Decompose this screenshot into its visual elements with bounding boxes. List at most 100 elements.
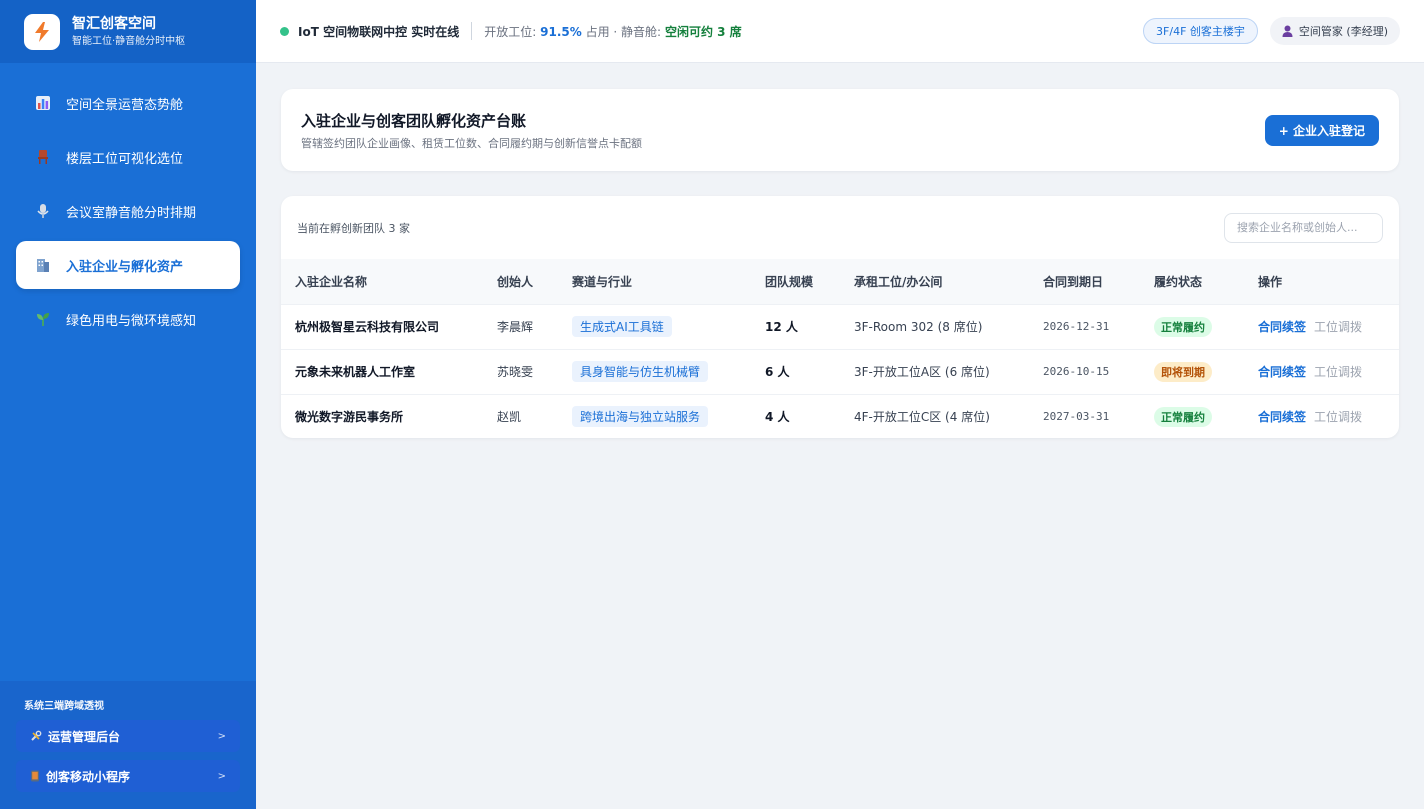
stat-prefix: 开放工位: — [484, 24, 537, 39]
reassign-seat-link[interactable]: 工位调拨 — [1314, 365, 1362, 379]
building-selector[interactable]: 3F/4F 创客主楼宇 — [1143, 18, 1258, 44]
tenant-table-card: 当前在孵创新团队 3 家 入驻企业名称 创始人 赛道与行业 团队规模 承租工位/… — [281, 196, 1399, 438]
sidebar-item-overview[interactable]: 空间全景运营态势舱 — [16, 79, 240, 127]
tenant-table: 入驻企业名称 创始人 赛道与行业 团队规模 承租工位/办公间 合同到期日 履约状… — [281, 259, 1399, 438]
search-input[interactable] — [1224, 212, 1383, 243]
cell-team: 12 人 — [765, 320, 798, 334]
cell-name: 元象未来机器人工作室 — [295, 365, 416, 379]
topbar: IoT 空间物联网中控 实时在线 开放工位: 91.5% 占用 · 静音舱: 空… — [256, 0, 1424, 63]
status-badge: 正常履约 — [1154, 316, 1212, 337]
stat-mid: 占用 · 静音舱: — [585, 24, 662, 39]
header-name[interactable]: 入驻企业名称 — [281, 259, 483, 304]
cell-space: 4F-开放工位C区 (4 席位) — [854, 410, 990, 425]
track-tag: 生成式AI工具链 — [572, 316, 672, 337]
header-team[interactable]: 团队规模 — [751, 259, 840, 304]
reassign-seat-link[interactable]: 工位调拨 — [1314, 320, 1362, 334]
user-menu[interactable]: 空间管家 (李经理) — [1269, 17, 1400, 45]
header-ops: 操作 — [1258, 274, 1283, 289]
cell-team: 4 人 — [765, 410, 790, 425]
cell-space: 3F-Room 302 (8 席位) — [854, 320, 983, 334]
microphone-icon — [34, 202, 52, 220]
chevron-right-icon: > — [217, 730, 226, 742]
mini-program-link[interactable]: 创客移动小程序 > — [16, 760, 240, 792]
table-header-row: 入驻企业名称 创始人 赛道与行业 团队规模 承租工位/办公间 合同到期日 履约状… — [281, 259, 1399, 304]
status-badge: 正常履约 — [1154, 406, 1212, 427]
seedling-icon — [34, 310, 52, 328]
sidebar-item-label: 会议室静音舱分时排期 — [66, 205, 197, 221]
tools-icon — [30, 730, 42, 742]
lightning-logo-icon — [24, 13, 60, 50]
admin-console-label: 运营管理后台 — [48, 729, 121, 744]
header-date[interactable]: 合同到期日 — [1029, 259, 1140, 304]
admin-console-link[interactable]: 运营管理后台 > — [16, 720, 240, 752]
cell-team: 6 人 — [765, 365, 790, 379]
bar-chart-icon — [34, 94, 52, 112]
track-tag: 具身智能与仿生机械臂 — [572, 361, 709, 382]
page-title: 入驻企业与创客团队孵化资产台账 — [301, 111, 527, 130]
sidebar-item-label: 楼层工位可视化选位 — [66, 151, 184, 167]
sidebar-item-tenants[interactable]: 入驻企业与孵化资产 — [16, 241, 240, 289]
cell-track: 跨境出海与独立站服务 — [558, 394, 751, 438]
renew-contract-link[interactable]: 合同续签 — [1258, 365, 1306, 379]
sidebar-item-energy[interactable]: 绿色用电与微环境感知 — [16, 295, 240, 343]
renew-contract-link[interactable]: 合同续签 — [1258, 410, 1306, 424]
sidebar-item-booking[interactable]: 会议室静音舱分时排期 — [16, 187, 240, 235]
cell-date: 2026-12-31 — [1043, 320, 1110, 333]
cell-founder: 苏晓雯 — [497, 365, 534, 379]
cell-space: 3F-开放工位A区 (6 席位) — [854, 365, 990, 379]
mini-program-label: 创客移动小程序 — [46, 769, 131, 784]
cell-name: 杭州极智星云科技有限公司 — [295, 320, 440, 334]
stat-available: 空闲可约 3 席 — [664, 24, 742, 39]
cell-track: 具身智能与仿生机械臂 — [558, 349, 751, 394]
cell-status: 即将到期 — [1140, 349, 1244, 394]
header-space[interactable]: 承租工位/办公间 — [840, 259, 1029, 304]
sidebar: 智汇创客空间 智能工位·静音舱分时中枢 空间全景运营态势舱 楼层工位可视化选位 … — [0, 0, 256, 809]
track-tag: 跨境出海与独立站服务 — [572, 406, 709, 428]
sidebar-bottom: 系统三端跨域透视 运营管理后台 > 创客移动小程序 > — [0, 681, 256, 809]
header-founder[interactable]: 创始人 — [483, 259, 558, 304]
header-track[interactable]: 赛道与行业 — [558, 259, 751, 304]
office-building-icon — [34, 256, 52, 274]
cell-founder: 赵凯 — [497, 410, 522, 425]
user-icon — [1282, 25, 1293, 37]
tenant-count: 当前在孵创新团队 3 家 — [297, 221, 410, 235]
table-row[interactable]: 杭州极智星云科技有限公司 李晨辉 生成式AI工具链 12 人 3F-Room 3… — [281, 304, 1399, 349]
user-name: 空间管家 (李经理) — [1298, 25, 1388, 38]
cell-status: 正常履约 — [1140, 394, 1244, 438]
add-tenant-button[interactable]: + 企业入驻登记 — [1264, 114, 1379, 146]
renew-contract-link[interactable]: 合同续签 — [1258, 320, 1306, 334]
cell-name: 微光数字游民事务所 — [295, 410, 404, 425]
cell-ops: 合同续签 工位调拨 — [1244, 394, 1399, 438]
sidebar-nav: 空间全景运营态势舱 楼层工位可视化选位 会议室静音舱分时排期 入驻企业与孵化资产… — [0, 63, 256, 343]
sidebar-item-label: 入驻企业与孵化资产 — [66, 259, 184, 275]
cell-track: 生成式AI工具链 — [558, 304, 751, 349]
sidebar-item-label: 绿色用电与微环境感知 — [66, 313, 197, 329]
online-status-dot-icon — [280, 26, 289, 36]
stat-value: 91.5% — [540, 24, 582, 39]
sidebar-item-label: 空间全景运营态势舱 — [66, 97, 184, 113]
divider — [471, 22, 473, 40]
reassign-seat-link[interactable]: 工位调拨 — [1314, 410, 1362, 424]
header-status[interactable]: 履约状态 — [1140, 259, 1244, 304]
sidebar-item-seat-map[interactable]: 楼层工位可视化选位 — [16, 133, 240, 181]
cell-date: 2027-03-31 — [1043, 410, 1110, 424]
cell-founder: 李晨辉 — [497, 320, 534, 334]
chevron-right-icon: > — [217, 770, 226, 782]
cell-ops: 合同续签 工位调拨 — [1244, 304, 1399, 349]
table-row[interactable]: 微光数字游民事务所 赵凯 跨境出海与独立站服务 4 人 4F-开放工位C区 (4… — [281, 394, 1399, 438]
brand-subtitle: 智能工位·静音舱分时中枢 — [72, 35, 186, 47]
brand: 智汇创客空间 智能工位·静音舱分时中枢 — [0, 0, 256, 63]
cell-status: 正常履约 — [1140, 304, 1244, 349]
brand-title: 智汇创客空间 — [72, 15, 156, 32]
occupancy-stats: 开放工位: 91.5% 占用 · 静音舱: 空闲可约 3 席 — [484, 23, 741, 40]
mobile-icon — [30, 770, 40, 782]
chair-icon — [34, 148, 52, 166]
page-header-card: 入驻企业与创客团队孵化资产台账 管辖签约团队企业画像、租赁工位数、合同履约期与创… — [281, 89, 1399, 171]
status-badge: 即将到期 — [1154, 361, 1212, 382]
table-row[interactable]: 元象未来机器人工作室 苏晓雯 具身智能与仿生机械臂 6 人 3F-开放工位A区 … — [281, 349, 1399, 394]
cell-ops: 合同续签 工位调拨 — [1244, 349, 1399, 394]
cell-date: 2026-10-15 — [1043, 365, 1110, 378]
sidebar-bottom-title: 系统三端跨域透视 — [24, 701, 104, 712]
page-subtitle: 管辖签约团队企业画像、租赁工位数、合同履约期与创新信誉点卡配额 — [301, 136, 642, 150]
iot-status-text: IoT 空间物联网中控 实时在线 — [298, 24, 460, 39]
